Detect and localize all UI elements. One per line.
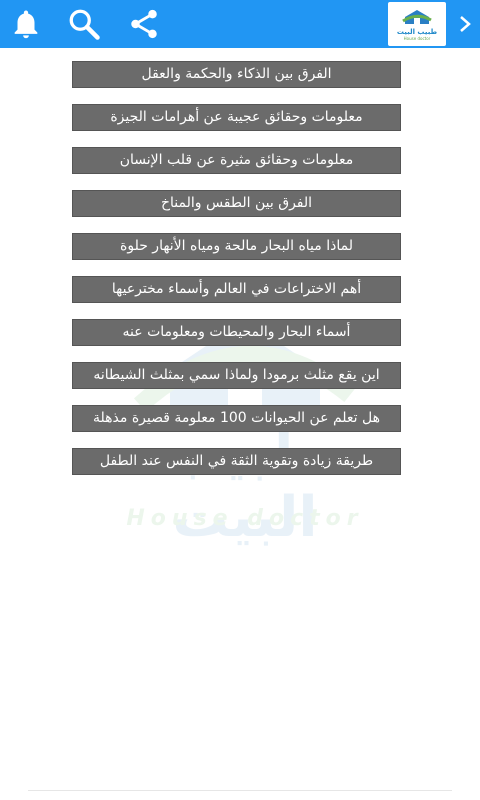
watermark-english: House doctor — [126, 506, 364, 531]
bell-icon[interactable] — [4, 0, 48, 48]
article-item[interactable]: الفرق بين الطقس والمناخ — [72, 190, 401, 217]
share-icon[interactable] — [122, 0, 166, 48]
search-icon[interactable] — [62, 0, 106, 48]
article-item[interactable]: أسماء البحار والمحيطات ومعلومات عنه — [72, 319, 401, 346]
article-list: الفرق بين الذكاء والحكمة والعقل معلومات … — [72, 61, 401, 491]
article-item[interactable]: لماذا مياه البحار مالحة ومياه الأنهار حل… — [72, 233, 401, 260]
app-logo: طبيب البيت House doctor — [388, 2, 446, 46]
article-item[interactable]: هل تعلم عن الحيوانات 100 معلومة قصيرة مذ… — [72, 405, 401, 432]
chevron-right-icon[interactable] — [450, 0, 480, 48]
logo-house-icon — [402, 9, 432, 24]
article-item[interactable]: معلومات وحقائق مثيرة عن قلب الإنسان — [72, 147, 401, 174]
logo-text: طبيب البيت — [396, 27, 438, 36]
bottom-divider — [28, 790, 452, 791]
top-app-bar: طبيب البيت House doctor — [0, 0, 480, 48]
article-item[interactable]: اين يقع مثلث برمودا ولماذا سمي بمثلث الش… — [72, 362, 401, 389]
article-item[interactable]: طريقة زيادة وتقوية الثقة في النفس عند ال… — [72, 448, 401, 475]
article-item[interactable]: الفرق بين الذكاء والحكمة والعقل — [72, 61, 401, 88]
logo-subtext: House doctor — [403, 35, 431, 41]
article-item[interactable]: أهم الاختراعات في العالم وأسماء مخترعيها — [72, 276, 401, 303]
article-item[interactable]: معلومات وحقائق عجيبة عن أهرامات الجيزة — [72, 104, 401, 131]
